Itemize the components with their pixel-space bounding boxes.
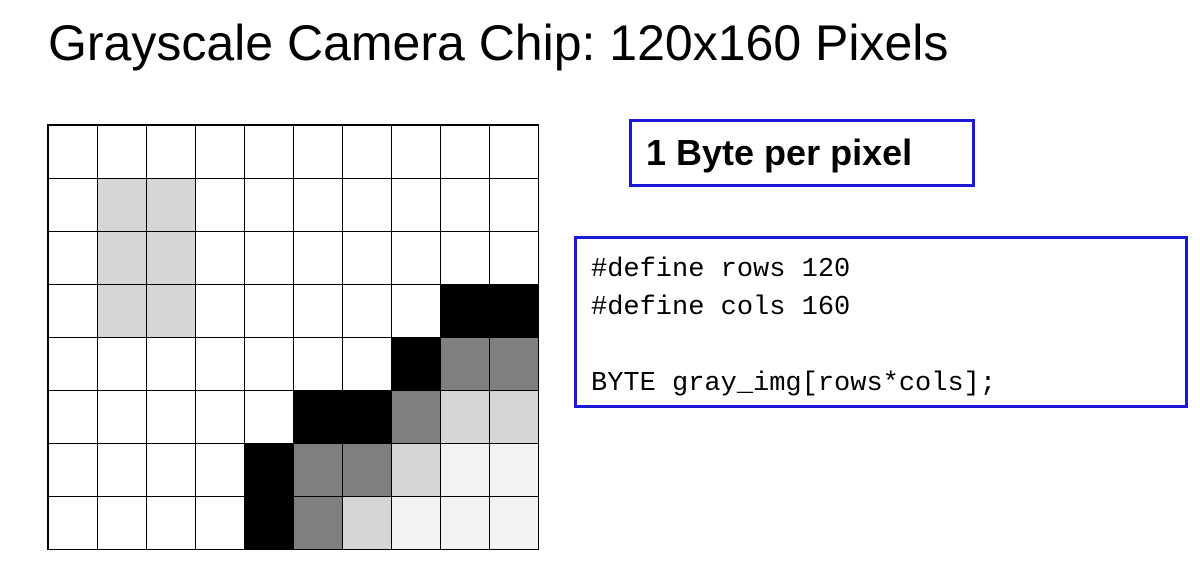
- pixel-cell: [392, 338, 441, 391]
- pixel-cell: [441, 179, 490, 232]
- pixel-cell: [196, 338, 245, 391]
- pixel-cell: [196, 126, 245, 179]
- pixel-cell: [245, 391, 294, 444]
- pixel-cell: [490, 179, 539, 232]
- pixel-cell: [245, 179, 294, 232]
- pixel-cell: [147, 338, 196, 391]
- pixel-cell: [343, 126, 392, 179]
- pixel-cell: [245, 497, 294, 550]
- pixel-cell: [294, 179, 343, 232]
- pixel-cell: [98, 285, 147, 338]
- pixel-cell: [392, 444, 441, 497]
- pixel-cell: [392, 285, 441, 338]
- pixel-cell: [343, 497, 392, 550]
- code-line: BYTE gray_img[rows*cols];: [591, 369, 997, 399]
- pixel-cell: [294, 232, 343, 285]
- pixel-cell: [392, 232, 441, 285]
- pixel-cell: [441, 285, 490, 338]
- pixel-cell: [343, 444, 392, 497]
- bytes-per-pixel-label: 1 Byte per pixel: [629, 119, 975, 187]
- pixel-cell: [196, 285, 245, 338]
- pixel-cell: [49, 285, 98, 338]
- pixel-cell: [147, 391, 196, 444]
- pixel-cell: [98, 391, 147, 444]
- pixel-cell: [147, 285, 196, 338]
- pixel-cell: [49, 338, 98, 391]
- pixel-cell: [49, 179, 98, 232]
- pixel-cell: [98, 444, 147, 497]
- pixel-cell: [98, 126, 147, 179]
- pixel-cell: [294, 126, 343, 179]
- pixel-cell: [196, 497, 245, 550]
- pixel-cell: [392, 179, 441, 232]
- pixel-cell: [490, 285, 539, 338]
- pixel-cell: [49, 497, 98, 550]
- pixel-cell: [441, 232, 490, 285]
- pixel-cell: [441, 497, 490, 550]
- pixel-grid: [47, 124, 539, 550]
- pixel-cell: [343, 391, 392, 444]
- pixel-cell: [343, 232, 392, 285]
- pixel-cell: [98, 179, 147, 232]
- pixel-cell: [294, 338, 343, 391]
- pixel-cell: [98, 497, 147, 550]
- pixel-cell: [490, 444, 539, 497]
- pixel-cell: [245, 126, 294, 179]
- pixel-cell: [147, 179, 196, 232]
- pixel-cell: [392, 497, 441, 550]
- pixel-cell: [49, 126, 98, 179]
- pixel-cell: [245, 338, 294, 391]
- pixel-cell: [245, 444, 294, 497]
- pixel-cell: [294, 391, 343, 444]
- pixel-cell: [294, 285, 343, 338]
- pixel-cell: [490, 338, 539, 391]
- pixel-cell: [294, 497, 343, 550]
- pixel-cell: [147, 232, 196, 285]
- pixel-cell: [441, 391, 490, 444]
- pixel-cell: [49, 232, 98, 285]
- code-line: #define cols 160: [591, 293, 851, 323]
- pixel-cell: [441, 444, 490, 497]
- pixel-cell: [343, 338, 392, 391]
- code-block: #define rows 120 #define cols 160 BYTE g…: [574, 236, 1188, 408]
- pixel-cell: [490, 391, 539, 444]
- pixel-cell: [196, 391, 245, 444]
- pixel-cell: [490, 232, 539, 285]
- pixel-cell: [245, 285, 294, 338]
- pixel-cell: [147, 497, 196, 550]
- pixel-cell: [294, 444, 343, 497]
- pixel-cell: [392, 391, 441, 444]
- pixel-cell: [196, 232, 245, 285]
- pixel-cell: [49, 444, 98, 497]
- pixel-cell: [147, 126, 196, 179]
- pixel-cell: [490, 126, 539, 179]
- pixel-cell: [49, 391, 98, 444]
- pixel-cell: [98, 338, 147, 391]
- pixel-cell: [343, 285, 392, 338]
- pixel-cell: [343, 179, 392, 232]
- pixel-cell: [196, 444, 245, 497]
- code-line: #define rows 120: [591, 255, 851, 285]
- pixel-cell: [441, 126, 490, 179]
- pixel-cell: [245, 232, 294, 285]
- pixel-cell: [98, 232, 147, 285]
- slide-title: Grayscale Camera Chip: 120x160 Pixels: [48, 15, 949, 71]
- pixel-cell: [147, 444, 196, 497]
- pixel-cell: [392, 126, 441, 179]
- pixel-cell: [196, 179, 245, 232]
- pixel-cell: [441, 338, 490, 391]
- pixel-cell: [490, 497, 539, 550]
